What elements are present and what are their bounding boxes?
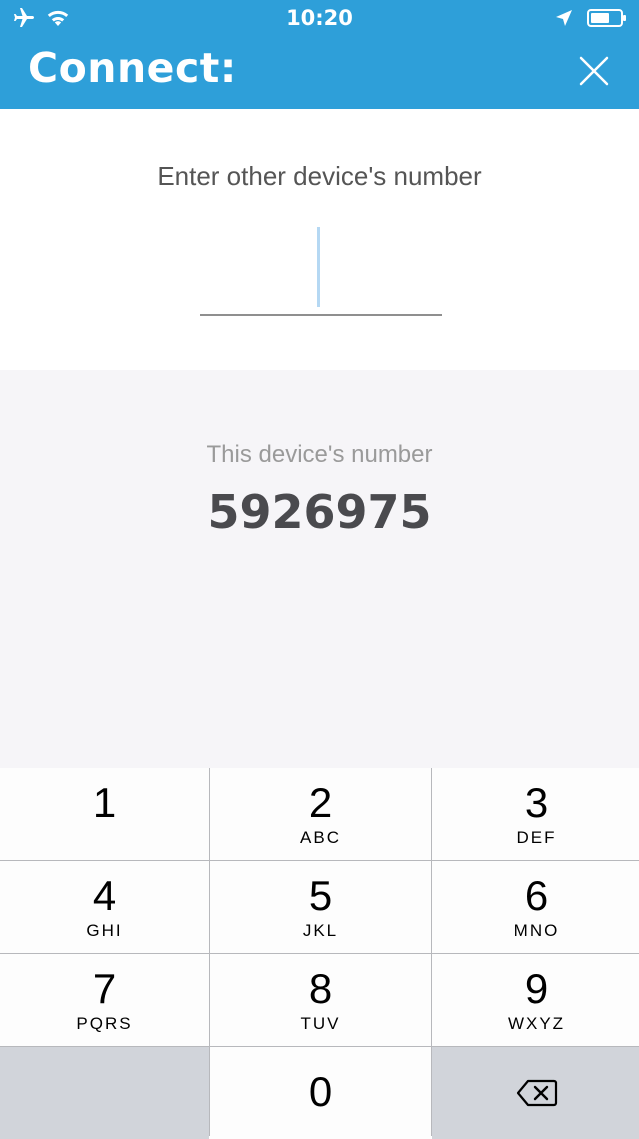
key-letters: DEF — [516, 828, 557, 847]
status-time: 10:20 — [286, 6, 353, 30]
key-digit: 9 — [524, 965, 549, 1012]
key-6[interactable]: 6 MNO — [432, 861, 639, 953]
key-letters: WXYZ — [507, 1014, 566, 1033]
backspace-key[interactable] — [432, 1047, 639, 1139]
key-1[interactable]: 1 — [0, 768, 209, 860]
key-8[interactable]: 8 TUV — [210, 954, 431, 1046]
key-letters: JKL — [302, 921, 339, 940]
device-number-value: 5926975 — [207, 485, 432, 539]
status-bar: 10:20 — [0, 0, 639, 38]
key-letters: GHI — [86, 921, 123, 940]
key-4[interactable]: 4 GHI — [0, 861, 209, 953]
key-digit: 0 — [308, 1068, 333, 1115]
device-number-input[interactable] — [200, 224, 442, 316]
key-7[interactable]: 7 PQRS — [0, 954, 209, 1046]
close-icon — [579, 56, 609, 86]
location-arrow-icon — [555, 9, 573, 32]
page-title: Connect: — [28, 44, 237, 92]
key-digit: 6 — [524, 872, 549, 919]
key-letters: TUV — [300, 1014, 341, 1033]
key-letters: MNO — [513, 921, 560, 940]
key-digit: 1 — [92, 779, 117, 826]
key-9[interactable]: 9 WXYZ — [432, 954, 639, 1046]
key-digit: 8 — [308, 965, 333, 1012]
key-digit: 5 — [308, 872, 333, 919]
key-blank — [0, 1047, 209, 1139]
app-header: 10:20 Connect: — [0, 0, 639, 109]
key-letters: ABC — [300, 828, 341, 847]
status-right — [555, 8, 627, 33]
numeric-keypad: 1 2 ABC 3 DEF 4 GHI 5 JKL 6 MNO 7 PQRS 8… — [0, 768, 639, 1139]
key-3[interactable]: 3 DEF — [432, 768, 639, 860]
device-number-label: This device's number — [206, 441, 433, 468]
close-button[interactable] — [577, 54, 611, 88]
connect-prompt: Enter other device's number — [157, 161, 482, 191]
key-0[interactable]: 0 — [210, 1047, 431, 1139]
text-caret — [317, 227, 320, 307]
device-info-section: This device's number 5926975 — [0, 370, 639, 768]
connect-section: Enter other device's number — [0, 109, 639, 370]
battery-icon — [587, 8, 627, 33]
backspace-icon — [516, 1079, 557, 1107]
key-digit: 2 — [308, 779, 333, 826]
key-letters: PQRS — [76, 1014, 133, 1033]
key-2[interactable]: 2 ABC — [210, 768, 431, 860]
key-digit: 4 — [92, 872, 117, 919]
key-digit: 7 — [92, 965, 117, 1012]
key-5[interactable]: 5 JKL — [210, 861, 431, 953]
key-digit: 3 — [524, 779, 549, 826]
